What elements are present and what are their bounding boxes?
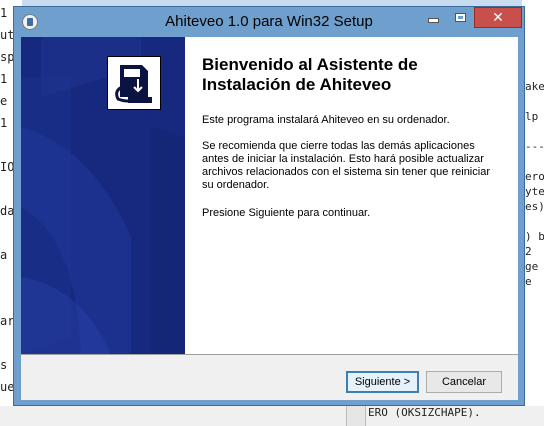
minimize-icon bbox=[428, 18, 439, 23]
welcome-panel: Bienvenido al Asistente de Instalación d… bbox=[185, 37, 518, 354]
background-line: ake bbox=[525, 80, 544, 93]
intro-text: Este programa instalará Ahiteveo en su o… bbox=[202, 114, 450, 126]
welcome-heading: Bienvenido al Asistente de Instalación d… bbox=[202, 55, 418, 94]
close-button[interactable]: ✕ bbox=[474, 7, 522, 28]
minimize-button[interactable] bbox=[420, 7, 447, 28]
background-line: 1 bbox=[0, 116, 8, 130]
background-line: ero bbox=[525, 170, 544, 183]
button-bar: Siguiente > Cancelar bbox=[21, 355, 518, 400]
background-text: ERO (OKSIZCHAPE). bbox=[368, 406, 481, 419]
setup-dialog: Ahiteveo 1.0 para Win32 Setup ✕ Bienveni… bbox=[13, 6, 525, 406]
background-editor-bottom: ERO (OKSIZCHAPE). bbox=[0, 406, 544, 426]
maximize-icon bbox=[455, 13, 466, 22]
dialog-client-area: Bienvenido al Asistente de Instalación d… bbox=[21, 37, 518, 400]
background-line: a bbox=[0, 248, 8, 262]
recommendation-text: Se recomienda que cierre todas las demás… bbox=[202, 140, 490, 191]
background-line: e bbox=[525, 275, 532, 288]
title-bar[interactable]: Ahiteveo 1.0 para Win32 Setup ✕ bbox=[14, 7, 524, 37]
background-line: es) bbox=[525, 200, 544, 213]
background-line: ---- bbox=[525, 140, 544, 153]
background-line: 1 bbox=[0, 6, 8, 20]
background-line: yte bbox=[525, 185, 544, 198]
next-button[interactable]: Siguiente > bbox=[346, 371, 419, 393]
background-line: e bbox=[0, 94, 8, 108]
setup-box-icon bbox=[107, 56, 161, 110]
background-scrollbar[interactable] bbox=[346, 406, 366, 426]
background-line: ge bbox=[525, 260, 539, 273]
maximize-button[interactable] bbox=[447, 7, 474, 28]
wizard-banner bbox=[21, 37, 185, 354]
background-line: ) b bbox=[525, 230, 544, 243]
continue-text: Presione Siguiente para continuar. bbox=[202, 207, 371, 219]
background-line: lp bbox=[525, 110, 539, 123]
cancel-button[interactable]: Cancelar bbox=[426, 371, 502, 393]
close-icon: ✕ bbox=[492, 9, 504, 26]
background-line: s bbox=[0, 358, 8, 372]
background-line: 1 bbox=[0, 72, 8, 86]
background-line: 2 bbox=[525, 245, 532, 258]
